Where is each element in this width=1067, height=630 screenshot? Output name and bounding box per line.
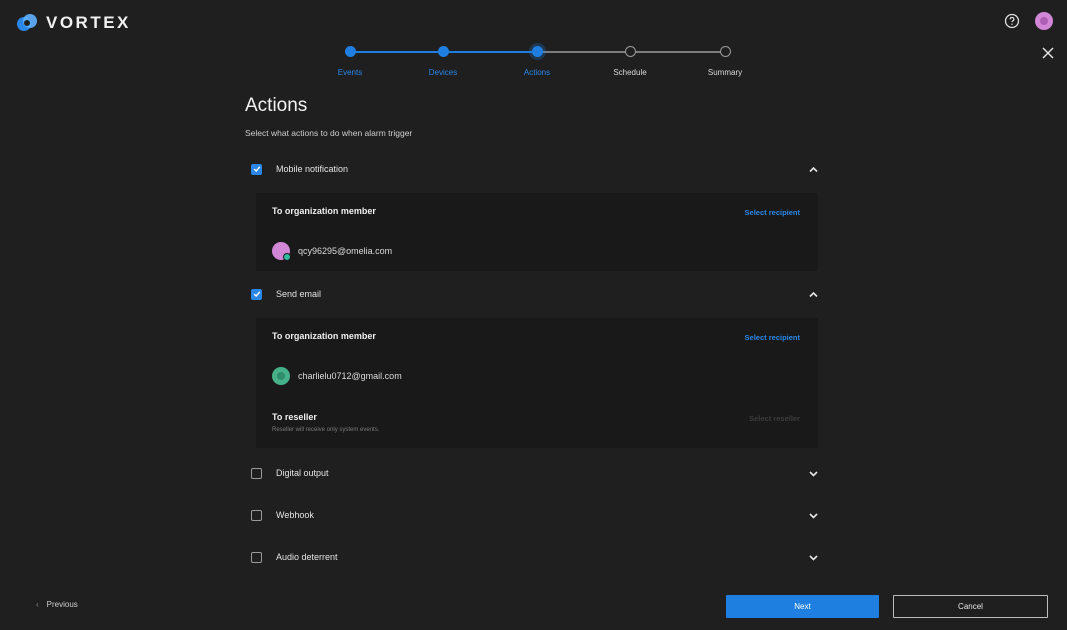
step-label: Schedule [613,68,647,77]
audio-deterrent-checkbox[interactable] [251,551,262,563]
recipient-email: charlielu0712@gmail.com [298,371,402,381]
check-icon [253,291,260,298]
org-member-heading: To organization member [272,206,376,216]
webhook-label: Webhook [276,510,314,520]
select-recipient-link[interactable]: Select recipient [745,208,800,217]
send-email-checkbox[interactable] [251,288,262,300]
mobile-notification-checkbox[interactable] [251,163,262,175]
help-circle-icon[interactable] [1004,13,1020,29]
send-email-label: Send email [276,289,322,299]
chevron-up-icon[interactable] [808,164,819,175]
step-label: Events [337,68,363,77]
wizard-stepper: Events Devices Actions Schedule Summary [338,46,742,86]
previous-button[interactable]: ‹ Previous [36,600,78,609]
brand-name: VORTEX [46,13,131,32]
page-subtitle: Select what actions to do when alarm tri… [245,128,413,138]
audio-deterrent-label: Audio deterrent [276,552,338,562]
chevron-down-icon[interactable] [808,510,819,521]
recipient-avatar [272,367,290,385]
select-recipient-link[interactable]: Select recipient [745,333,800,342]
mobile-notification-label: Mobile notification [276,164,349,174]
step-dot [345,46,356,57]
digital-output-checkbox[interactable] [251,467,262,479]
user-avatar[interactable] [1035,12,1053,30]
select-reseller-link: Select reseller [749,414,800,423]
digital-output-label: Digital output [276,468,329,478]
org-member-heading: To organization member [272,331,376,341]
step-dot [720,46,731,57]
send-email-panel: To organization member Select recipient … [256,318,818,448]
close-icon[interactable] [1040,45,1056,61]
recipient-avatar [272,242,291,261]
check-icon [253,166,260,173]
alarm-wizard-page: VORTEX Events Devices Actions Schedule S… [0,0,1067,630]
chevron-down-icon[interactable] [808,552,819,563]
step-dot [625,46,636,57]
step-label: Devices [428,68,458,77]
step-dot [532,46,543,57]
action-row-webhook[interactable]: Webhook [245,503,825,527]
action-row-mobile-notification[interactable]: Mobile notification [245,157,825,181]
action-row-audio-deterrent[interactable]: Audio deterrent [245,545,825,569]
recipient-item: qcy96295@omelia.com [272,242,393,261]
step-dot [438,46,449,57]
reseller-heading: To reseller [272,412,317,422]
step-label: Summary [707,68,743,77]
page-title: Actions [245,95,308,116]
step-label: Actions [523,68,551,77]
action-row-digital-output[interactable]: Digital output [245,461,825,485]
chevron-up-icon[interactable] [808,289,819,300]
vortex-logo: VORTEX [16,12,131,34]
action-row-send-email[interactable]: Send email [245,282,825,306]
previous-label: Previous [46,600,78,609]
vortex-logo-icon [17,14,37,31]
reseller-note: Reseller will receive only system events… [272,427,380,433]
recipient-item: charlielu0712@gmail.com [272,367,402,385]
webhook-checkbox[interactable] [251,509,262,521]
mobile-notification-panel: To organization member Select recipient … [256,193,818,271]
chevron-down-icon[interactable] [808,468,819,479]
cancel-button[interactable]: Cancel [893,595,1048,618]
chevron-left-icon: ‹ [36,600,39,609]
recipient-email: qcy96295@omelia.com [298,246,393,256]
next-button[interactable]: Next [726,595,879,618]
